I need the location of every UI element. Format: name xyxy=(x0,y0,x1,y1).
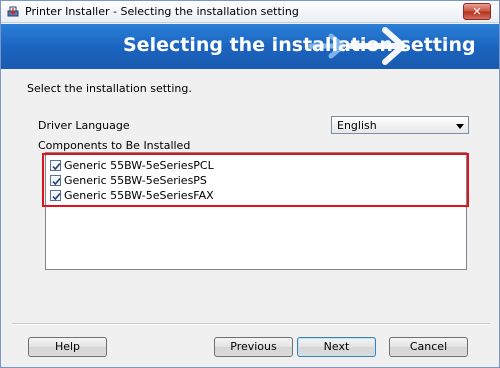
instruction-text: Select the installation setting. xyxy=(27,82,192,95)
highlight-box xyxy=(42,153,469,207)
title-bar: Printer Installer - Selecting the instal… xyxy=(1,1,499,23)
chevron-down-icon xyxy=(456,124,464,129)
components-label: Components to Be Installed xyxy=(38,139,191,152)
driver-language-label: Driver Language xyxy=(38,119,130,132)
driver-language-value: English xyxy=(337,119,377,132)
previous-button[interactable]: Previous xyxy=(214,337,293,357)
header-banner: Selecting the installation setting xyxy=(1,24,499,69)
window-title: Printer Installer - Selecting the instal… xyxy=(25,5,299,18)
banner-title: Selecting the installation setting xyxy=(123,34,476,56)
cancel-button[interactable]: Cancel xyxy=(389,337,468,357)
printer-install-icon xyxy=(7,6,19,17)
next-button[interactable]: Next xyxy=(297,337,376,357)
installer-window: Printer Installer - Selecting the instal… xyxy=(0,0,500,368)
footer-separator xyxy=(12,323,490,325)
driver-language-select[interactable]: English xyxy=(331,116,469,134)
help-button[interactable]: Help xyxy=(28,337,107,357)
close-button[interactable]: ✕ xyxy=(463,3,491,20)
